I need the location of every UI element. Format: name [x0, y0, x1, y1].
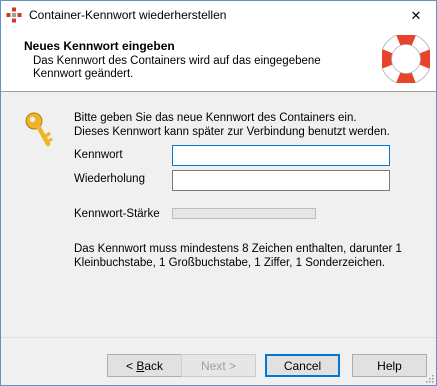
- header-title: Neues Kennwort eingeben: [24, 39, 175, 53]
- close-button[interactable]: ✕: [396, 1, 436, 31]
- window-title: Container-Kennwort wiederherstellen: [29, 8, 227, 22]
- next-button-label: Next >: [200, 358, 236, 373]
- next-button[interactable]: Next >: [181, 354, 256, 377]
- cancel-button[interactable]: Cancel: [265, 354, 340, 377]
- password-input[interactable]: [172, 145, 390, 166]
- intro-text: Bitte geben Sie das neue Kennwort des Co…: [74, 111, 424, 139]
- password-label: Kennwort: [74, 149, 123, 161]
- header-description: Das Kennwort des Containers wird auf das…: [33, 55, 321, 80]
- wizard-header: Neues Kennwort eingeben Das Kennwort des…: [1, 31, 436, 92]
- container-app-icon: [6, 7, 22, 23]
- help-button-label: Help: [377, 358, 402, 373]
- rules-line-2: Kleinbuchstabe, 1 Großbuchstabe, 1 Ziffe…: [74, 257, 386, 269]
- back-button[interactable]: < Back: [107, 354, 182, 377]
- help-button[interactable]: Help: [352, 354, 427, 377]
- footer-divider: [1, 337, 436, 338]
- intro-line-1: Bitte geben Sie das neue Kennwort des Co…: [74, 112, 357, 124]
- password-strength-bar: [172, 208, 316, 219]
- repeat-password-input[interactable]: [172, 170, 390, 191]
- lifebuoy-icon: [382, 35, 430, 83]
- rules-line-1: Das Kennwort muss mindestens 8 Zeichen e…: [74, 243, 402, 255]
- password-rules: Das Kennwort muss mindestens 8 Zeichen e…: [74, 242, 424, 270]
- cancel-button-label: Cancel: [283, 358, 322, 373]
- back-button-label: < Back: [125, 358, 164, 373]
- strength-label: Kennwort-Stärke: [74, 208, 160, 220]
- key-icon: [25, 112, 53, 147]
- intro-line-2: Dieses Kennwort kann später zur Verbindu…: [74, 126, 390, 138]
- title-bar[interactable]: Container-Kennwort wiederherstellen ✕: [1, 1, 436, 31]
- resize-grip-icon[interactable]: [424, 373, 434, 383]
- repeat-password-label: Wiederholung: [74, 173, 145, 185]
- close-icon: ✕: [410, 8, 422, 23]
- dialog-window: Container-Kennwort wiederherstellen ✕ Ne…: [0, 0, 437, 386]
